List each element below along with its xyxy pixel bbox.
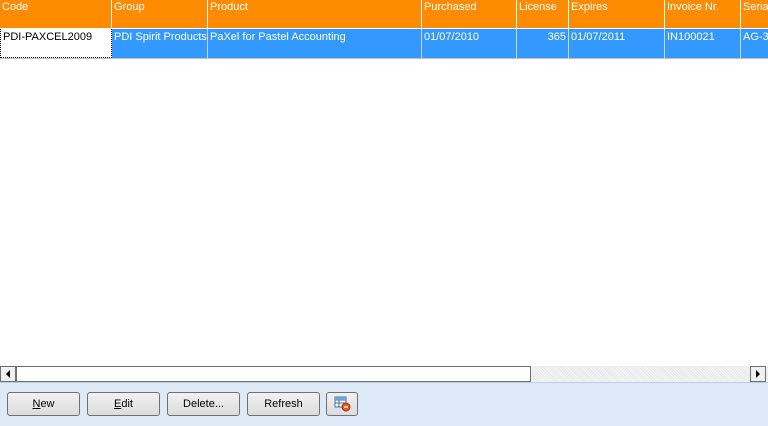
column-header-serial[interactable]: Seria [741, 0, 768, 28]
grid-settings-icon [334, 396, 351, 412]
refresh-button[interactable]: Refresh [247, 392, 320, 416]
scrollbar-thumb[interactable] [16, 366, 531, 382]
column-header-license[interactable]: License [517, 0, 569, 28]
column-header-invoice[interactable]: Invoice Nr. [665, 0, 741, 28]
table-row[interactable]: PDI-PAXCEL2009 PDI Spirit Products PaXel… [0, 29, 768, 59]
cell-group[interactable]: PDI Spirit Products [112, 29, 208, 58]
cell-product[interactable]: PaXel for Pastel Accounting [208, 29, 422, 58]
cell-license[interactable]: 365 [517, 29, 569, 58]
delete-button[interactable]: Delete... [167, 392, 240, 416]
scroll-right-button[interactable] [750, 366, 766, 382]
column-header-expires[interactable]: Expires [569, 0, 665, 28]
cell-expires[interactable]: 01/07/2011 [569, 29, 665, 58]
new-button-label: ew [40, 398, 55, 410]
cell-code[interactable]: PDI-PAXCEL2009 [0, 29, 112, 58]
cell-purchased[interactable]: 01/07/2010 [422, 29, 517, 58]
arrow-right-icon [756, 370, 760, 378]
edit-button-label: dit [121, 398, 133, 410]
new-button[interactable]: New [7, 392, 80, 416]
column-header-code[interactable]: Code [0, 0, 112, 28]
edit-button[interactable]: Edit [87, 392, 160, 416]
bottom-toolbar: New Edit Delete... Refresh [0, 382, 768, 426]
data-grid[interactable]: Code Group Product Purchased License Exp… [0, 0, 768, 366]
grid-header-row: Code Group Product Purchased License Exp… [0, 0, 768, 28]
column-header-purchased[interactable]: Purchased [422, 0, 517, 28]
cell-invoice[interactable]: IN100021 [665, 29, 741, 58]
arrow-left-icon [6, 370, 10, 378]
horizontal-scrollbar[interactable] [0, 366, 768, 382]
column-chooser-button[interactable] [326, 392, 358, 416]
app-window: Code Group Product Purchased License Exp… [0, 0, 768, 426]
column-header-group[interactable]: Group [112, 0, 208, 28]
scroll-left-button[interactable] [0, 366, 16, 382]
cell-serial[interactable]: AG-3 [741, 29, 768, 58]
column-header-product[interactable]: Product [208, 0, 422, 28]
